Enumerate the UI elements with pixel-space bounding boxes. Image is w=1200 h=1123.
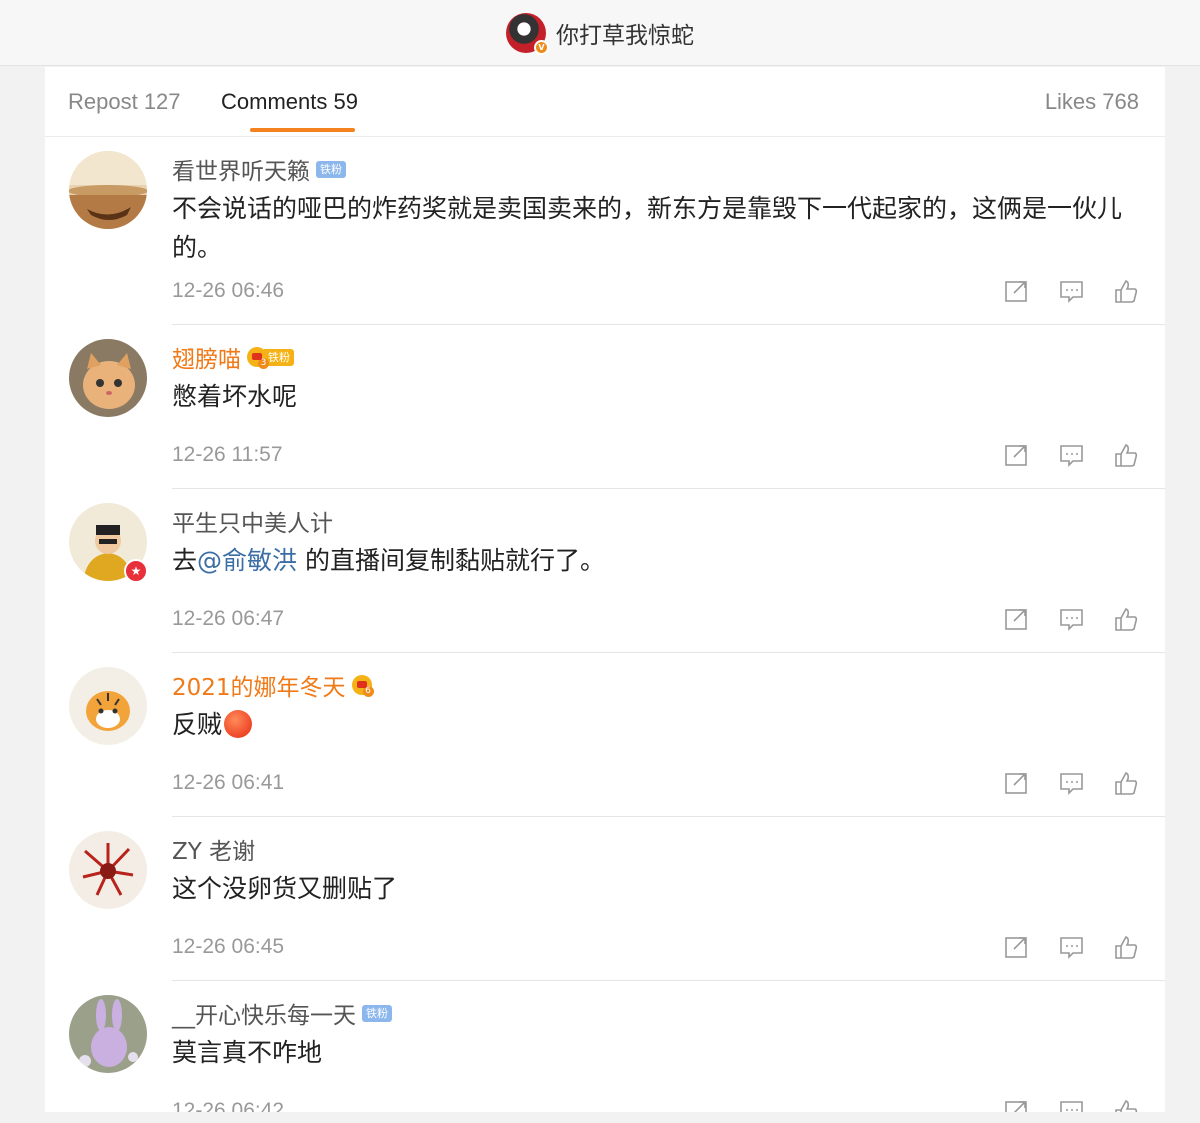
name-line: 2021的娜年冬天 6 (172, 668, 374, 702)
tiger-icon (69, 667, 147, 745)
comment-time: 12-26 06:45 (172, 935, 285, 958)
reply-icon[interactable] (1059, 1099, 1084, 1112)
reply-icon[interactable] (1059, 607, 1084, 632)
crown-badge: 6 (351, 675, 374, 697)
top-header: V 你打草我惊蛇 (0, 0, 1200, 66)
name-line: 看世界听天籁 铁粉 (172, 153, 346, 185)
comment-actions (1004, 279, 1139, 304)
like-icon[interactable] (1114, 771, 1139, 796)
tab-comments[interactable]: Comments 59 (221, 89, 358, 115)
star-badge-icon: ★ (124, 559, 148, 583)
comment-actions (1004, 935, 1139, 960)
like-icon[interactable] (1114, 935, 1139, 960)
comment-text: 莫言真不咋地 (172, 1038, 323, 1067)
name-line: 平生只中美人计 (172, 505, 333, 537)
comment-time: 12-26 06:47 (172, 607, 285, 630)
avatar[interactable] (69, 995, 147, 1073)
avatar[interactable] (69, 667, 147, 745)
reply-icon[interactable] (1059, 279, 1084, 304)
crown-icon: 6 (351, 675, 374, 697)
comments-card: Repost 127 Comments 59 Likes 768 看世界听天籁 … (45, 67, 1165, 1112)
name-line: 翅膀喵 3 铁粉 (172, 341, 294, 373)
name-line: ZY 老谢 (172, 833, 255, 865)
comment-item: __开心快乐每一天 铁粉 莫言真不咋地 12-26 06:42 (45, 981, 1165, 1112)
crown-badge: 3 铁粉 (247, 347, 294, 369)
comment-time: 12-26 11:57 (172, 443, 283, 466)
comment-actions (1004, 1099, 1139, 1112)
fan-badge: 铁粉 (362, 1004, 392, 1022)
commenter-name[interactable]: __开心快乐每一天 (172, 996, 356, 1030)
like-icon[interactable] (1114, 279, 1139, 304)
comment-time: 12-26 06:41 (172, 771, 285, 794)
reply-icon[interactable] (1059, 935, 1084, 960)
comment-text: 反贼 (172, 705, 1147, 744)
avatar[interactable] (69, 151, 147, 229)
share-icon[interactable] (1004, 607, 1029, 632)
avatar[interactable] (69, 831, 147, 909)
comment-time: 12-26 06:42 (172, 1099, 285, 1112)
verified-badge: V (534, 39, 549, 55)
comment-item: 翅膀喵 3 铁粉 憋着坏水呢 12-26 11:57 (45, 325, 1165, 489)
like-icon[interactable] (1114, 1099, 1139, 1112)
commenter-name[interactable]: ZY 老谢 (172, 832, 255, 866)
comment-text: 去@俞敏洪 的直播间复制黏贴就行了。 (172, 546, 605, 575)
share-icon[interactable] (1004, 771, 1029, 796)
like-icon[interactable] (1114, 607, 1139, 632)
comment-text: 憋着坏水呢 (172, 382, 298, 411)
like-icon[interactable] (1114, 443, 1139, 468)
comment-item: ZY 老谢 这个没卵货又删贴了 12-26 06:45 (45, 817, 1165, 981)
tab-bar: Repost 127 Comments 59 Likes 768 (45, 67, 1165, 137)
tab-likes[interactable]: Likes 768 (1045, 89, 1139, 115)
comment-text: 不会说话的哑巴的炸药奖就是卖国卖来的，新东方是靠毁下一代起家的，这俩是一伙儿的。 (172, 194, 1123, 262)
name-line: __开心快乐每一天 铁粉 (172, 997, 392, 1029)
share-icon[interactable] (1004, 279, 1029, 304)
crown-icon: 3 (247, 347, 269, 369)
comment-actions (1004, 771, 1139, 796)
avatar[interactable] (69, 339, 147, 417)
fan-badge: 铁粉 (316, 160, 346, 178)
share-icon[interactable] (1004, 935, 1029, 960)
comment-item: ★ 平生只中美人计 去@俞敏洪 的直播间复制黏贴就行了。 12-26 06:47 (45, 489, 1165, 653)
angry-emoji-icon (224, 710, 253, 738)
commenter-name[interactable]: 看世界听天籁 (172, 152, 310, 186)
commenter-name[interactable]: 平生只中美人计 (172, 504, 333, 538)
commenter-name[interactable]: 2021的娜年冬天 (172, 668, 346, 702)
comment-actions (1004, 607, 1139, 632)
user-mention[interactable]: @俞敏洪 (197, 546, 297, 575)
cat-icon (69, 339, 147, 417)
share-icon[interactable] (1004, 443, 1029, 468)
comment-time: 12-26 06:46 (172, 279, 285, 302)
active-tab-indicator (250, 128, 355, 132)
author-name[interactable]: 你打草我惊蛇 (556, 16, 694, 50)
bottom-strip (0, 1112, 1200, 1123)
share-icon[interactable] (1004, 1099, 1029, 1112)
flower-icon (69, 831, 147, 909)
commenter-name[interactable]: 翅膀喵 (172, 340, 241, 374)
author-avatar[interactable]: V (506, 12, 549, 55)
rabbit-icon (69, 995, 147, 1073)
comment-item: 2021的娜年冬天 6 反贼 12-26 06:41 (45, 653, 1165, 817)
comment-item: 看世界听天籁 铁粉 不会说话的哑巴的炸药奖就是卖国卖来的，新东方是靠毁下一代起家… (45, 137, 1165, 325)
boat-icon (69, 151, 147, 229)
reply-icon[interactable] (1059, 771, 1084, 796)
comment-text: 这个没卵货又删贴了 (172, 874, 398, 903)
reply-icon[interactable] (1059, 443, 1084, 468)
tab-repost[interactable]: Repost 127 (68, 89, 181, 115)
comment-actions (1004, 443, 1139, 468)
